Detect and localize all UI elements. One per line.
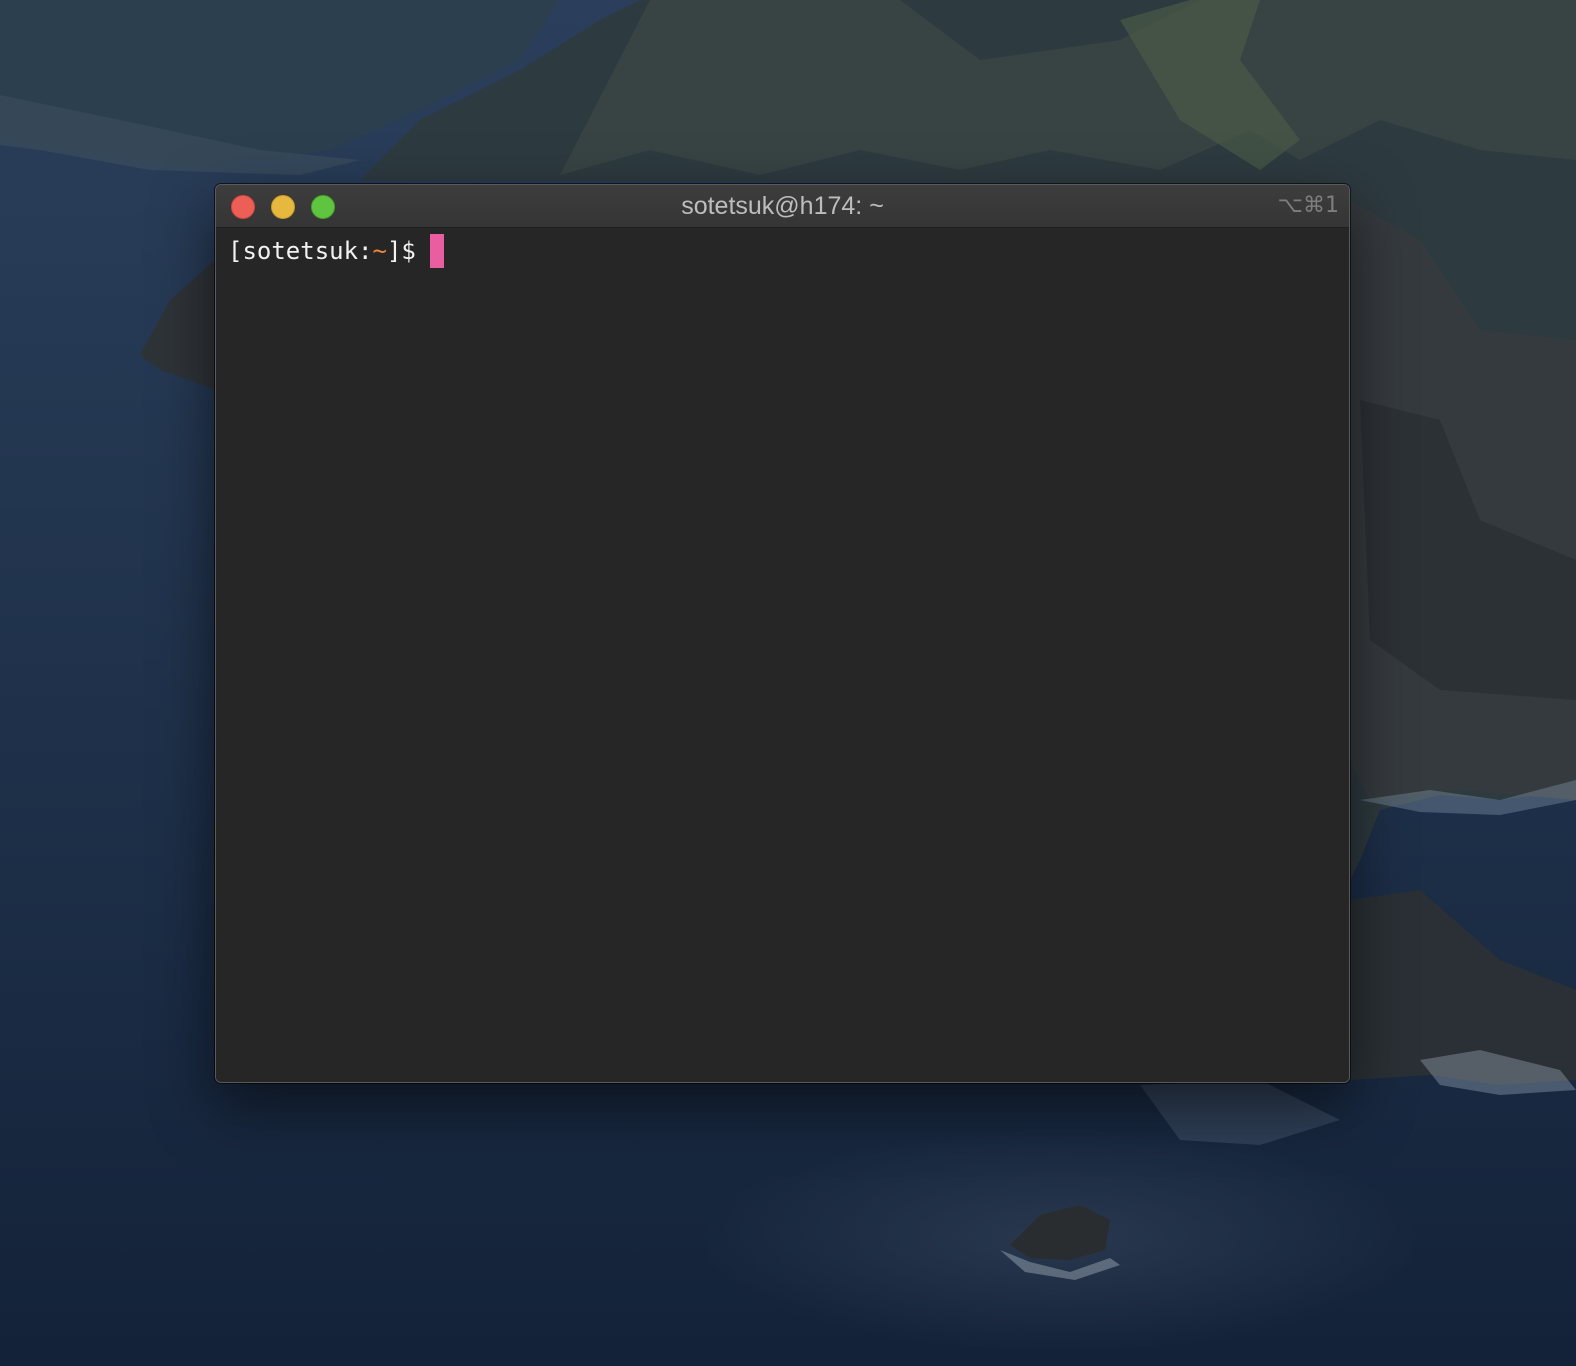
prompt-close-bracket: ] xyxy=(386,237,402,265)
window-title: sotetsuk@h174: ~ xyxy=(681,192,884,220)
prompt-path: ~ xyxy=(372,237,387,265)
window-shortcut-label: ⌥⌘1 xyxy=(1277,193,1339,218)
terminal-window[interactable]: sotetsuk@h174: ~ ⌥⌘1 [sotetsuk: ~] $ xyxy=(215,184,1350,1083)
shell-prompt-line: [sotetsuk: ~] $ xyxy=(228,234,1337,268)
terminal-content[interactable]: [sotetsuk: ~] $ xyxy=(216,228,1349,1082)
prompt-open-bracket: [ xyxy=(228,237,243,265)
title-bar[interactable]: sotetsuk@h174: ~ ⌥⌘1 xyxy=(216,185,1349,228)
text-cursor xyxy=(429,234,444,268)
prompt-dollar: $ xyxy=(401,237,416,265)
prompt-user: sotetsuk xyxy=(242,237,359,265)
prompt-colon: : xyxy=(358,237,373,265)
